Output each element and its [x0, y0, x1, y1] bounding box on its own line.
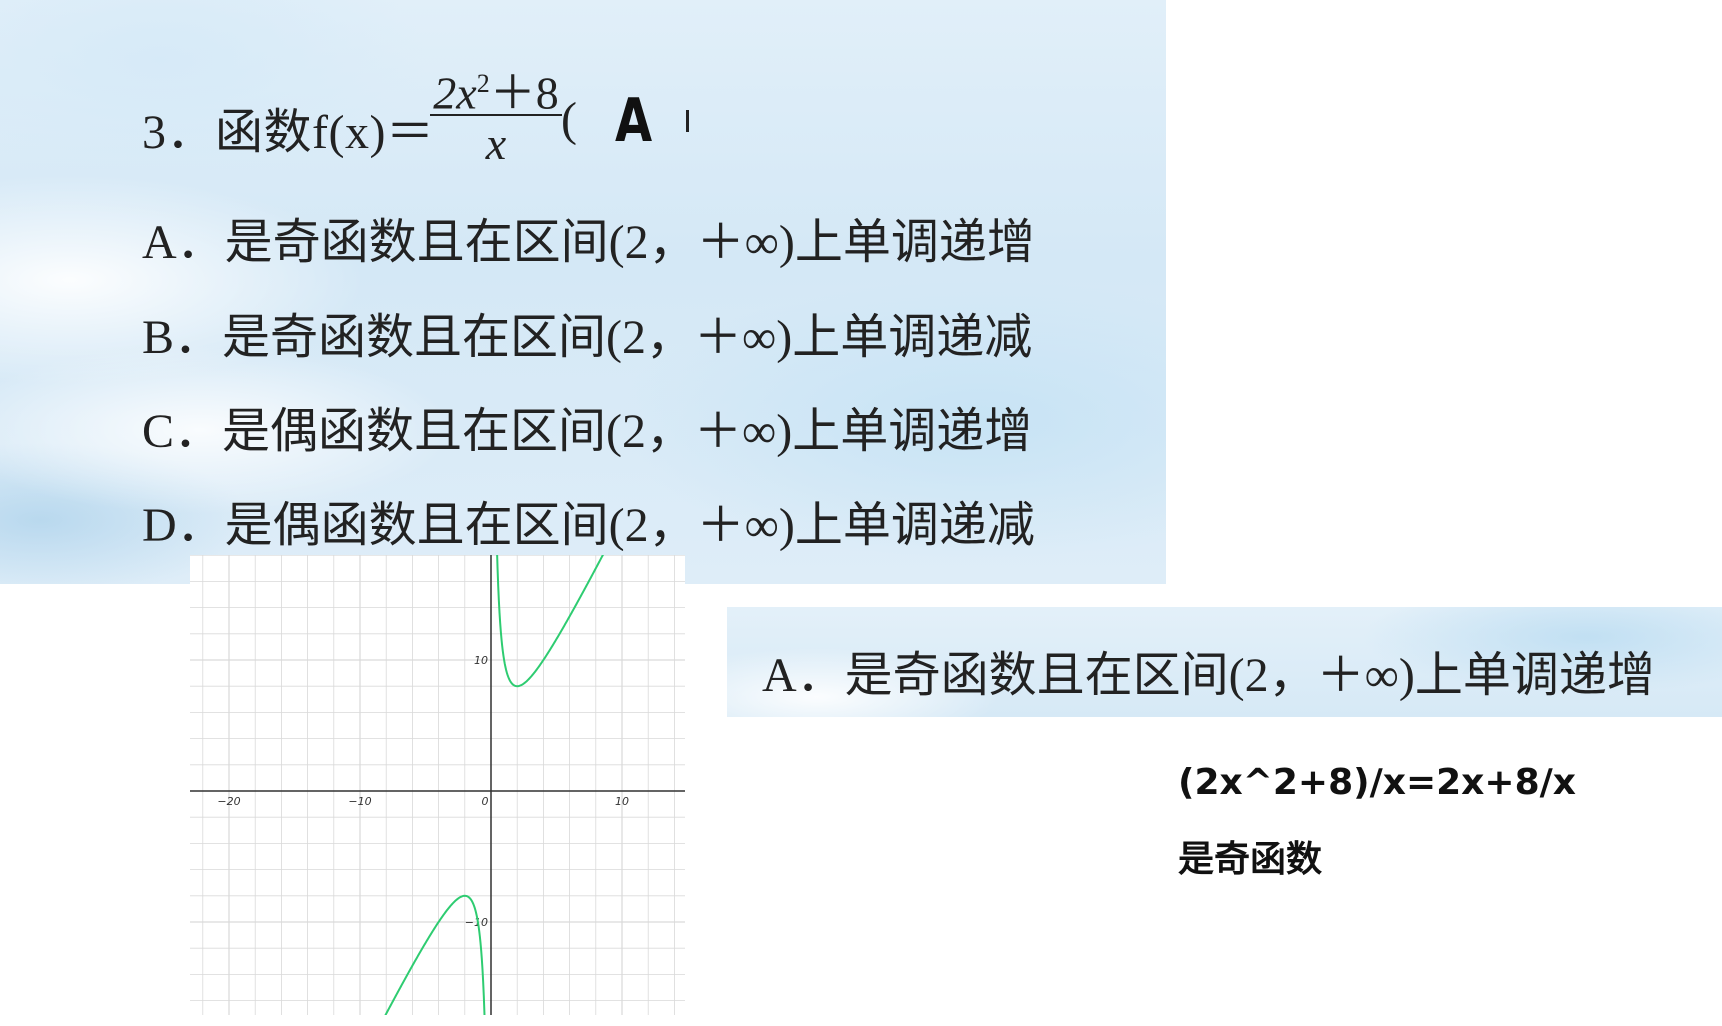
answer-open-paren: ( [561, 93, 577, 146]
note-conclusion: 是奇函数 [1178, 839, 1323, 880]
fraction-exponent: 2 [476, 69, 490, 98]
note-simplification: (2x^2+8)/x=2x+8/x [1178, 762, 1576, 803]
answer-cursor-mark [686, 110, 689, 132]
x-tick-label: 0 [482, 795, 489, 808]
curve-branch-negative [384, 894, 486, 1015]
y-tick-label: 10 [474, 654, 488, 667]
answer-letter: A [615, 86, 653, 156]
answer-banner-text: A．是奇函数且在区间(2，＋∞)上单调递增 [762, 649, 1655, 702]
option-a: A．是奇函数且在区间(2，＋∞)上单调递增 [142, 216, 1035, 269]
curve-branch-positive [496, 555, 604, 688]
question-number: 3． [142, 106, 216, 159]
fraction-numerator: 2x2＋8 [433, 67, 559, 119]
fraction-denominator: x [485, 118, 507, 169]
answer-banner: A．是奇函数且在区间(2，＋∞)上单调递增 [727, 607, 1722, 717]
question-slide: 3． 函数f(x)＝ 2x2＋8 x ( A A．是奇函数且在区间(2，＋∞)上… [0, 0, 1166, 584]
fraction: 2x2＋8 x [426, 56, 566, 170]
function-graph: −20 −10 0 10 10 −10 [190, 555, 685, 1015]
question-stem: 函数f(x)＝ [215, 106, 435, 159]
x-tick-label: −20 [217, 795, 240, 808]
option-d: D．是偶函数且在区间(2，＋∞)上单调递减 [142, 499, 1035, 552]
option-b: B．是奇函数且在区间(2，＋∞)上单调递减 [142, 311, 1033, 364]
x-tick-label: −10 [348, 795, 371, 808]
option-c: C．是偶函数且在区间(2，＋∞)上单调递增 [142, 405, 1033, 458]
graph-canvas: −20 −10 0 1010−10 [190, 555, 685, 1015]
x-tick-label: 10 [615, 795, 629, 808]
